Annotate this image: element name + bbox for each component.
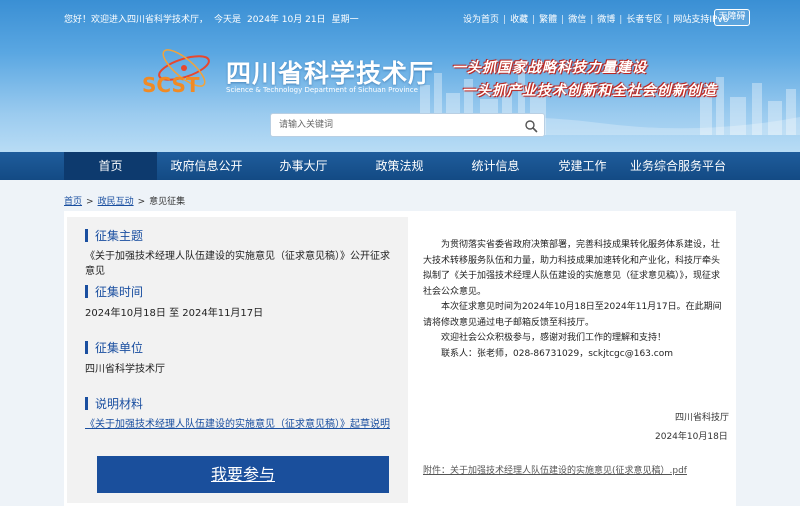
scst-logo-icon: SCST: [142, 49, 210, 97]
site-subtitle-en: Science & Technology Department of Sichu…: [226, 86, 418, 94]
material-heading-label: 说明材料: [95, 397, 144, 411]
nav-item-service-platform[interactable]: 业务综合服务平台: [628, 152, 728, 180]
top-links: 设为首页 | 收藏 | 繁體 | 微信 | 微博 | 长者专区 | 网站支持IPv6: [463, 12, 729, 25]
breadcrumb-separator: >: [86, 197, 94, 207]
heading-marker: [85, 341, 88, 354]
elderly-zone-link[interactable]: 长者专区: [626, 15, 662, 25]
link-separator: |: [619, 15, 623, 25]
breadcrumb-separator: >: [137, 197, 146, 207]
topic-heading-label: 征集主题: [95, 229, 144, 243]
top-bar: 您好！欢迎进入四川省科学技术厅， 今天是 2024年 10月 21日 星期一 设为首页…: [0, 0, 800, 32]
nav-item-service-hall[interactable]: 办事大厅: [257, 152, 350, 180]
notice-body: 为贯彻落实省委省政府决策部署，完善科技成果转化服务体系建设，壮大技术转移服务队伍…: [423, 238, 728, 362]
signature-org: 四川省科技厅: [675, 413, 730, 423]
current-weekday: 星期一: [331, 15, 359, 25]
heading-marker: [85, 285, 88, 298]
notice-paragraph: 欢迎社会公众积极参与，感谢对我们工作的理解和支持！: [441, 333, 667, 343]
topic-text: 《关于加强技术经理人队伍建设的实施意见（征求意见稿）》公开征求意见: [85, 251, 390, 277]
notice-paragraph: 本次征求意见时间为2024年10月18日至2024年11月17日。在此期间请将修…: [423, 302, 722, 328]
search-icon[interactable]: [524, 119, 538, 133]
attachment-pdf-link[interactable]: 附件：关于加强技术经理人队伍建设的实施意见(征求意见稿）.pdf: [423, 463, 687, 476]
link-separator: |: [532, 15, 536, 25]
content-card: 征集主题 《关于加强技术经理人队伍建设的实施意见（征求意见稿）》公开征求意见 征…: [64, 211, 736, 506]
accessibility-button[interactable]: 无障碍: [714, 9, 750, 26]
heading-marker: [85, 397, 88, 410]
breadcrumb-current: 意见征集: [149, 197, 186, 207]
participate-button[interactable]: 我要参与: [97, 456, 389, 493]
period-heading: 征集时间: [85, 283, 143, 300]
logo-text: SCST: [142, 73, 200, 97]
link-separator: |: [666, 15, 670, 25]
traditional-chinese-link[interactable]: 繁體: [539, 15, 557, 25]
favorite-link[interactable]: 收藏: [510, 15, 528, 25]
link-separator: |: [561, 15, 565, 25]
weibo-link[interactable]: 微博: [597, 15, 615, 25]
consultation-info-panel: 征集主题 《关于加强技术经理人队伍建设的实施意见（征求意见稿）》公开征求意见 征…: [67, 217, 408, 503]
greeting-text: 您好！欢迎进入四川省科学技术厅， 今天是 2024年 10月 21日 星期一: [64, 12, 365, 25]
current-date: 2024年 10月 21日: [247, 15, 326, 25]
breadcrumb-home[interactable]: 首页: [64, 197, 82, 207]
greeting-message: 您好！欢迎进入四川省科学技术厅，: [64, 15, 209, 25]
slogan-line-2: 一头抓产业技术创新和全社会创新创造: [462, 83, 717, 99]
notice-panel: 为贯彻落实省委省政府决策部署，完善科技成果转化服务体系建设，壮大技术转移服务队伍…: [423, 211, 733, 506]
notice-contact: 联系人：张老师，028-86731029，sckjtcgc@163.com: [441, 348, 673, 359]
signature-date: 2024年10月18日: [655, 432, 728, 442]
breadcrumb-section[interactable]: 政民互动: [98, 197, 134, 207]
period-heading-label: 征集时间: [95, 285, 144, 299]
org-heading-label: 征集单位: [95, 341, 144, 355]
link-separator: |: [590, 15, 594, 25]
today-label: 今天是: [214, 15, 242, 25]
material-heading: 说明材料: [85, 395, 143, 412]
heading-marker: [85, 229, 88, 242]
nav-item-statistics[interactable]: 统计信息: [449, 152, 542, 180]
period-text: 2024年10月18日 至 2024年11月17日: [85, 308, 264, 319]
site-title: 四川省科学技术厅: [226, 59, 435, 88]
topic-heading: 征集主题: [85, 227, 143, 244]
search-input[interactable]: [279, 117, 519, 133]
nav-item-party-work[interactable]: 党建工作: [536, 152, 629, 180]
breadcrumb: 首页 > 政民互动 > 意见征集: [64, 194, 185, 207]
nav-item-policies[interactable]: 政策法规: [353, 152, 446, 180]
site-header: 您好！欢迎进入四川省科学技术厅， 今天是 2024年 10月 21日 星期一 设为首页…: [0, 0, 800, 152]
set-homepage-link[interactable]: 设为首页: [463, 15, 499, 25]
wechat-link[interactable]: 微信: [568, 15, 586, 25]
search-box: [270, 113, 545, 137]
notice-paragraph: 为贯彻落实省委省政府决策部署，完善科技成果转化服务体系建设，壮大技术转移服务队伍…: [423, 240, 721, 297]
org-heading: 征集单位: [85, 339, 143, 356]
nav-item-gov-info[interactable]: 政府信息公开: [160, 152, 253, 180]
link-separator: |: [503, 15, 507, 25]
org-text: 四川省科学技术厅: [85, 364, 165, 375]
main-nav: 首页 政府信息公开 办事大厅 政策法规 统计信息 党建工作 业务综合服务平台: [0, 152, 800, 180]
slogan-line-1: 一头抓国家战略科技力量建设: [452, 60, 647, 76]
nav-item-home[interactable]: 首页: [64, 152, 157, 180]
drafting-explanation-link[interactable]: 《关于加强技术经理人队伍建设的实施意见（征求意见稿）》起草说明: [85, 417, 397, 432]
